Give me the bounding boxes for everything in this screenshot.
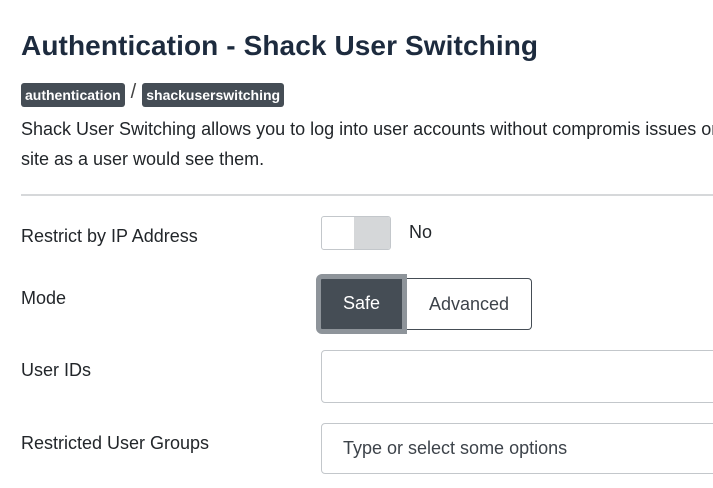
section-divider — [21, 194, 713, 196]
plugin-settings-page: Authentication - Shack User Switching au… — [0, 0, 713, 488]
plugin-description: Shack User Switching allows you to log i… — [21, 119, 713, 169]
restricted-user-groups-select[interactable]: Type or select some options — [321, 423, 713, 474]
restricted-user-groups-label: Restricted User Groups — [21, 433, 210, 453]
restrict-ip-toggle[interactable] — [321, 216, 391, 250]
toggle-off-indicator — [354, 217, 390, 249]
mode-safe-button[interactable]: Safe — [316, 274, 407, 334]
breadcrumb-badge-authentication[interactable]: authentication — [21, 83, 125, 107]
breadcrumb-badge-plugin[interactable]: shackuserswitching — [142, 83, 285, 107]
mode-button-group: Safe Advanced — [316, 274, 532, 334]
page-title: Authentication - Shack User Switching — [21, 30, 539, 61]
user-ids-input[interactable] — [321, 350, 713, 403]
mode-advanced-button[interactable]: Advanced — [407, 278, 532, 330]
restrict-ip-toggle-state: No — [409, 222, 433, 242]
breadcrumb: authentication / shackuserswitching — [21, 81, 285, 108]
restricted-user-groups-placeholder: Type or select some options — [343, 438, 568, 458]
mode-label: Mode — [21, 288, 67, 308]
restrict-ip-label: Restrict by IP Address — [21, 226, 198, 246]
breadcrumb-separator: / — [130, 81, 137, 103]
user-ids-label: User IDs — [21, 360, 92, 380]
